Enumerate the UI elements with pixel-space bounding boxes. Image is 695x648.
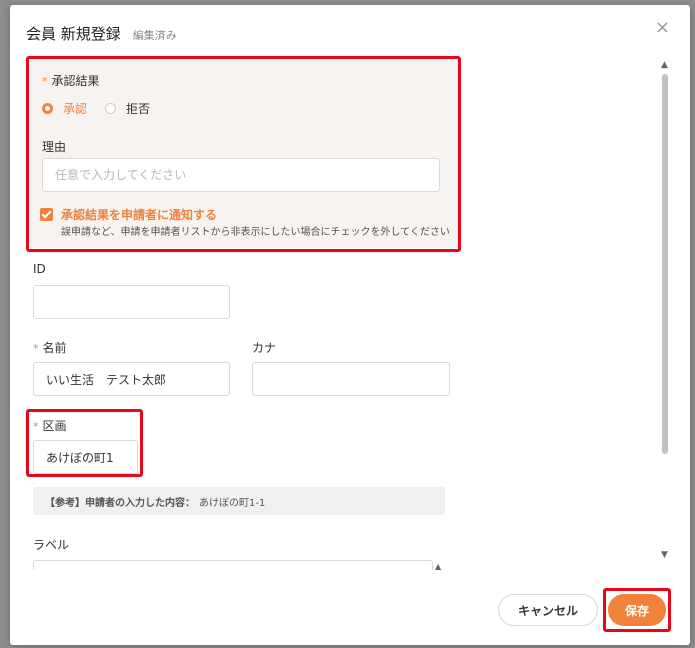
radio-reject-label: 拒否 (126, 102, 151, 116)
notify-checkbox-row: 承認結果を申請者に通知する 誤申請など、申請を申請者リストから非表示にしたい場合… (40, 206, 451, 240)
notify-checkbox[interactable] (40, 208, 53, 221)
id-input[interactable] (33, 285, 230, 319)
reference-prefix: 【参考】申請者の入力した内容： (45, 497, 195, 509)
radio-reject-dot[interactable] (105, 103, 117, 114)
label-field-label: ラベル (33, 538, 70, 552)
district-label: * 区画 (33, 419, 67, 433)
required-mark: * (33, 420, 39, 433)
modal-title: 会員 新規登録 (26, 25, 121, 43)
edit-status: 編集済み (132, 29, 177, 42)
scroll-down-icon[interactable]: ▼ (661, 550, 668, 560)
id-label: ID (33, 262, 46, 276)
modal-scrollbar[interactable]: ▲ ▼ (661, 60, 669, 560)
scroll-up-icon[interactable]: ▲ (661, 60, 668, 70)
cancel-button[interactable]: キャンセル (498, 594, 598, 626)
close-icon[interactable]: × (655, 19, 670, 37)
radio-approve[interactable]: 承認 (42, 100, 87, 117)
notify-description: 誤申請など、申請を申請者リストから非表示にしたい場合にチェックを外してください (61, 227, 450, 238)
required-mark: * (42, 75, 48, 88)
member-registration-modal: 会員 新規登録 編集済み × *承認結果 承認 拒否 理由 承認結果を申 (10, 5, 690, 645)
district-input[interactable] (33, 440, 138, 474)
approval-radio-group: 承認 拒否 (42, 100, 150, 117)
name-input[interactable] (33, 362, 230, 396)
radio-reject[interactable]: 拒否 (105, 100, 150, 117)
radio-approve-dot[interactable] (42, 103, 53, 114)
kana-label: カナ (252, 341, 277, 355)
scrollbar-thumb[interactable] (662, 74, 668, 454)
reference-box: 【参考】申請者の入力した内容： あけぼの町1-1 (33, 487, 445, 515)
approval-result-label: * 承認結果 (42, 74, 100, 88)
required-mark: * (33, 342, 39, 355)
approval-section: *承認結果 承認 拒否 理由 承認結果を申請者に通知する 誤申請など、申請を申請… (30, 58, 458, 248)
notify-text: 承認結果を申請者に通知する 誤申請など、申請を申請者リストから非表示にしたい場合… (61, 206, 451, 240)
radio-approve-label: 承認 (63, 102, 88, 116)
modal-header: 会員 新規登録 編集済み (26, 23, 177, 44)
modal-footer: キャンセル 保存 (10, 570, 690, 645)
kana-input[interactable] (252, 362, 450, 396)
reason-label: 理由 (42, 140, 67, 154)
label-select[interactable] (33, 560, 433, 570)
save-button[interactable]: 保存 (608, 594, 666, 626)
name-label: * 名前 (33, 341, 67, 355)
form-scroll-area[interactable]: *承認結果 承認 拒否 理由 承認結果を申請者に通知する 誤申請など、申請を申請… (10, 50, 660, 570)
notify-label: 承認結果を申請者に通知する (61, 208, 218, 222)
reason-input[interactable] (42, 158, 440, 192)
label-select-arrow-icon[interactable]: ▲ (435, 562, 441, 570)
reference-value: あけぼの町1-1 (199, 497, 266, 509)
